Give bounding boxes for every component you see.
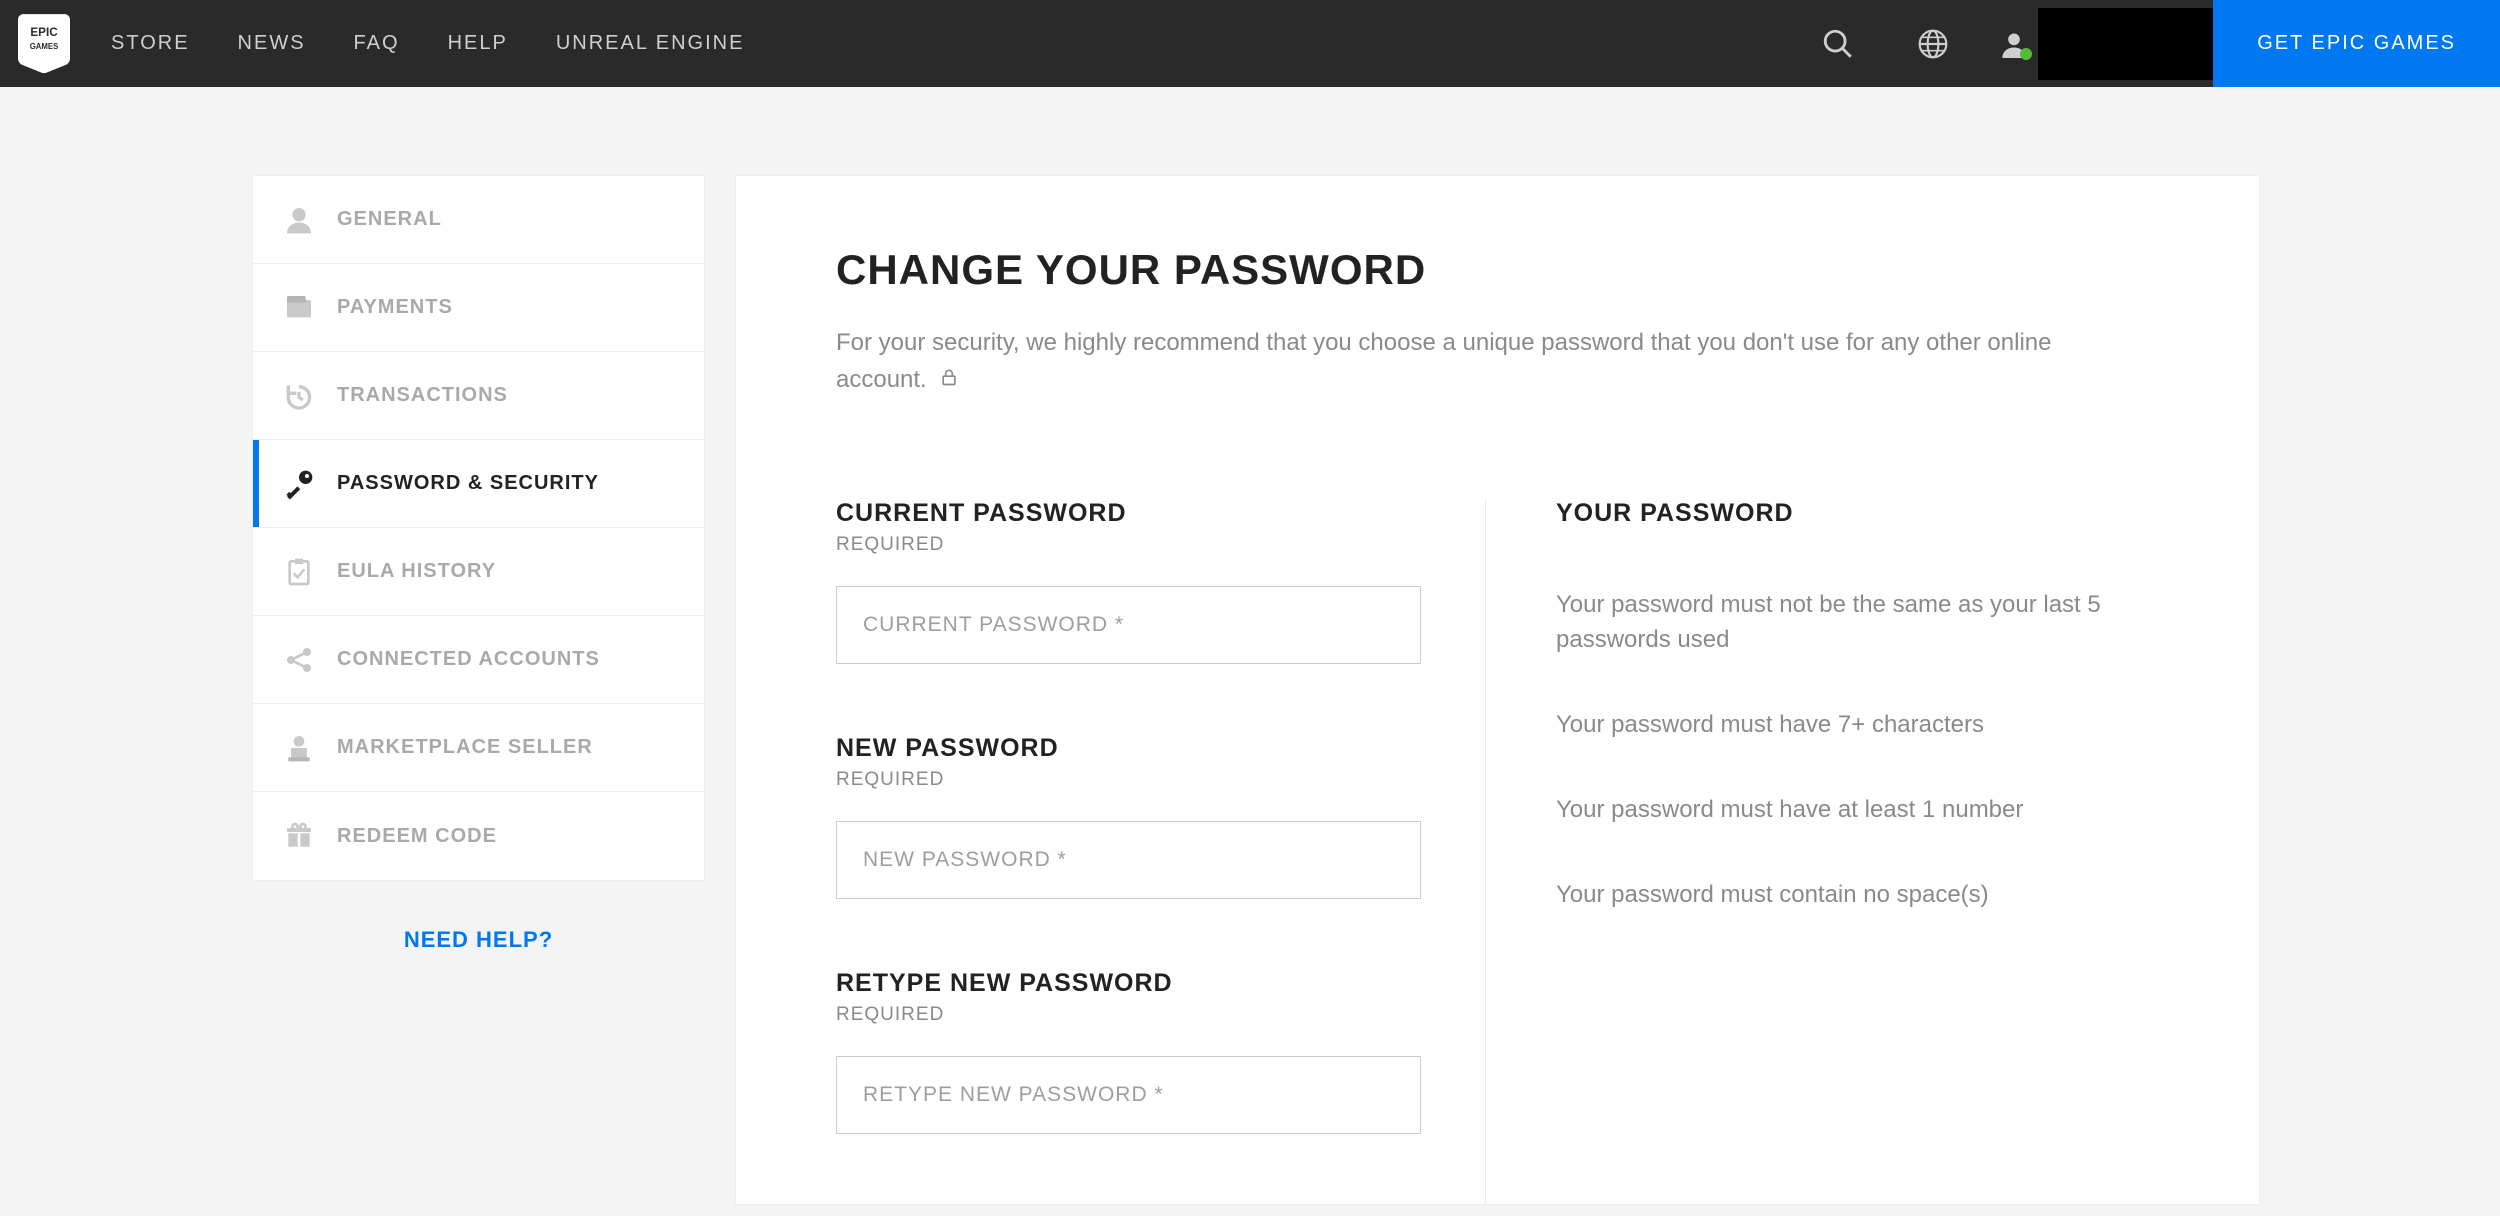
field-label: CURRENT PASSWORD xyxy=(836,499,1415,528)
language-button[interactable] xyxy=(1885,0,1980,87)
nav-news[interactable]: NEWS xyxy=(214,0,330,87)
sidebar-item-label: PASSWORD & SECURITY xyxy=(337,472,599,495)
sidebar-item-connected-accounts[interactable]: CONNECTED ACCOUNTS xyxy=(253,616,704,704)
sidebar-item-label: MARKETPLACE SELLER xyxy=(337,736,593,759)
nav-help[interactable]: HELP xyxy=(424,0,532,87)
seller-icon xyxy=(283,732,315,764)
field-required: REQUIRED xyxy=(836,534,1415,556)
sidebar-item-label: PAYMENTS xyxy=(337,296,453,319)
sidebar-item-label: EULA HISTORY xyxy=(337,560,496,583)
wallet-icon xyxy=(283,292,315,324)
new-password-block: NEW PASSWORD REQUIRED xyxy=(836,734,1415,899)
main-nav: STORE NEWS FAQ HELP UNREAL ENGINE xyxy=(87,0,768,87)
sidebar-item-label: TRANSACTIONS xyxy=(337,384,508,407)
settings-sidebar: GENERAL PAYMENTS TRANSACTIONS PASSWORD &… xyxy=(252,175,705,1205)
sidebar-item-label: CONNECTED ACCOUNTS xyxy=(337,648,600,671)
new-password-input[interactable] xyxy=(836,821,1421,899)
sidebar-item-password-security[interactable]: PASSWORD & SECURITY xyxy=(253,440,704,528)
password-rules: YOUR PASSWORD Your password must not be … xyxy=(1486,499,2159,1204)
field-required: REQUIRED xyxy=(836,1004,1415,1026)
user-menu[interactable] xyxy=(1980,0,2213,87)
sidebar-item-label: GENERAL xyxy=(337,208,442,231)
field-label: NEW PASSWORD xyxy=(836,734,1415,763)
sidebar-item-label: REDEEM CODE xyxy=(337,825,497,848)
field-required: REQUIRED xyxy=(836,769,1415,791)
share-icon xyxy=(283,644,315,676)
rule-item: Your password must have 7+ characters xyxy=(1556,708,2116,743)
need-help-link[interactable]: NEED HELP? xyxy=(252,927,705,953)
svg-text:EPIC: EPIC xyxy=(30,26,58,39)
page-subtitle: For your security, we highly recommend t… xyxy=(836,324,2086,399)
svg-text:GAMES: GAMES xyxy=(29,42,58,51)
search-icon xyxy=(1821,27,1855,61)
user-icon xyxy=(283,204,315,236)
sidebar-item-payments[interactable]: PAYMENTS xyxy=(253,264,704,352)
globe-icon xyxy=(1917,28,1949,60)
page-title: CHANGE YOUR PASSWORD xyxy=(836,246,2159,294)
online-status-icon xyxy=(2020,48,2032,60)
search-button[interactable] xyxy=(1790,0,1885,87)
retype-password-block: RETYPE NEW PASSWORD REQUIRED xyxy=(836,969,1415,1134)
main-panel: CHANGE YOUR PASSWORD For your security, … xyxy=(735,175,2260,1205)
field-label: RETYPE NEW PASSWORD xyxy=(836,969,1415,998)
current-password-input[interactable] xyxy=(836,586,1421,664)
lock-icon xyxy=(939,362,959,399)
nav-faq[interactable]: FAQ xyxy=(330,0,424,87)
nav-unreal[interactable]: UNREAL ENGINE xyxy=(532,0,769,87)
sidebar-item-general[interactable]: GENERAL xyxy=(253,176,704,264)
epic-logo[interactable]: EPIC GAMES xyxy=(0,14,87,74)
sidebar-item-transactions[interactable]: TRANSACTIONS xyxy=(253,352,704,440)
get-epic-games-button[interactable]: GET EPIC GAMES xyxy=(2213,0,2500,87)
password-form: CURRENT PASSWORD REQUIRED NEW PASSWORD R… xyxy=(836,499,1486,1204)
clipboard-check-icon xyxy=(283,556,315,588)
history-icon xyxy=(283,380,315,412)
username-redacted xyxy=(2038,8,2213,80)
current-password-block: CURRENT PASSWORD REQUIRED xyxy=(836,499,1415,664)
gift-icon xyxy=(283,820,315,852)
key-icon xyxy=(283,468,315,500)
sidebar-item-redeem-code[interactable]: REDEEM CODE xyxy=(253,792,704,880)
header: EPIC GAMES STORE NEWS FAQ HELP UNREAL EN… xyxy=(0,0,2500,87)
retype-password-input[interactable] xyxy=(836,1056,1421,1134)
rule-item: Your password must not be the same as yo… xyxy=(1556,588,2116,658)
rule-item: Your password must contain no space(s) xyxy=(1556,878,2116,913)
rule-item: Your password must have at least 1 numbe… xyxy=(1556,793,2116,828)
sidebar-item-eula-history[interactable]: EULA HISTORY xyxy=(253,528,704,616)
user-avatar-icon xyxy=(2000,30,2028,58)
nav-store[interactable]: STORE xyxy=(87,0,214,87)
sidebar-item-marketplace-seller[interactable]: MARKETPLACE SELLER xyxy=(253,704,704,792)
rules-title: YOUR PASSWORD xyxy=(1556,499,2159,528)
epic-logo-icon: EPIC GAMES xyxy=(18,14,70,74)
